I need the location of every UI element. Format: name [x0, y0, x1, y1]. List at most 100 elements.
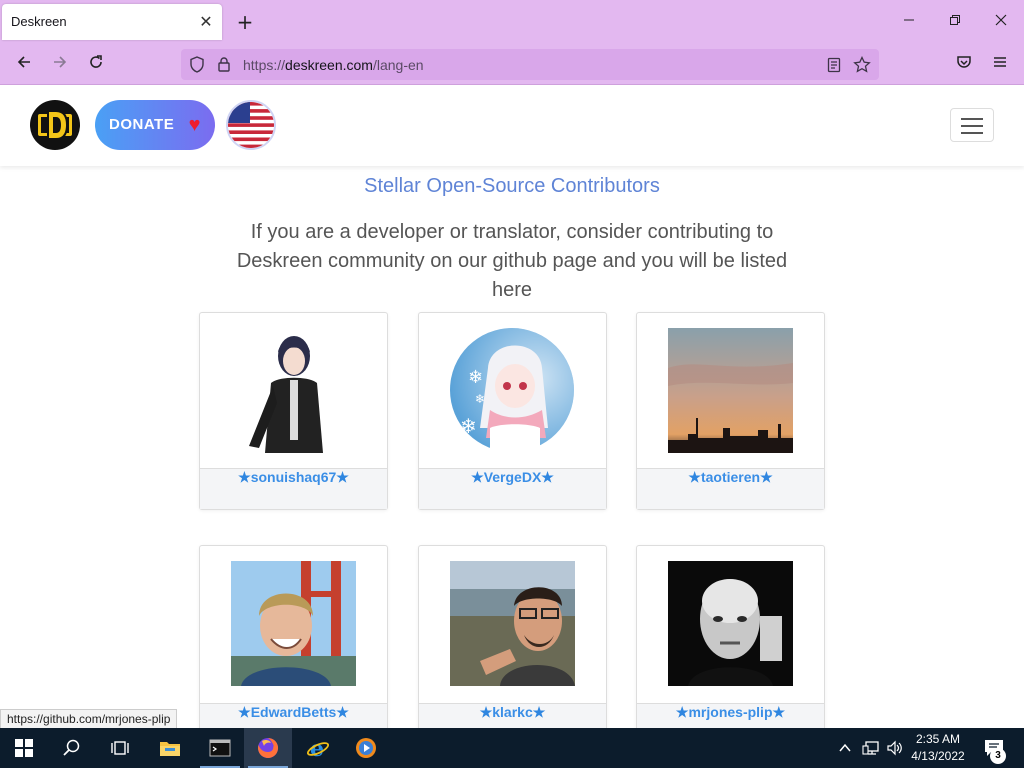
language-flag-button[interactable]	[226, 100, 276, 150]
contributor-card[interactable]: ❄ ❄ ❄ ★VergeDX★	[418, 312, 607, 510]
contributor-name-text: VergeDX	[483, 469, 542, 485]
star-icon: ★	[238, 704, 251, 720]
firefox-button[interactable]	[244, 728, 292, 768]
star-icon: ★	[688, 469, 701, 485]
start-button[interactable]	[0, 728, 48, 768]
svg-text:❄: ❄	[468, 367, 483, 388]
contributor-name-text: mrjones-plip	[688, 704, 773, 720]
restore-icon	[950, 15, 960, 25]
browser-tab-bar: Deskreen ✕ +	[0, 0, 1024, 44]
new-tab-button[interactable]: +	[234, 12, 256, 34]
tab-title: Deskreen	[11, 14, 67, 29]
minimize-button[interactable]	[886, 8, 932, 36]
donate-button[interactable]: DONATE ♥	[95, 100, 215, 150]
restore-button[interactable]	[932, 8, 978, 36]
star-icon: ★	[336, 704, 349, 720]
svg-text:❄: ❄	[475, 392, 485, 406]
back-button[interactable]	[11, 52, 37, 78]
nav-toggle-button[interactable]	[950, 108, 994, 142]
contributor-name-text: taotieren	[700, 469, 761, 485]
lock-icon[interactable]	[217, 56, 231, 72]
us-flag-icon	[228, 102, 274, 148]
menu-icon	[994, 57, 1006, 67]
search-icon	[63, 739, 80, 756]
contributor-avatar	[668, 561, 793, 686]
network-icon[interactable]	[862, 740, 880, 756]
forward-button[interactable]	[47, 52, 73, 78]
hamburger-line	[961, 118, 983, 120]
contributor-name-text: EdwardBetts	[250, 704, 337, 720]
deskreen-logo[interactable]	[30, 100, 80, 150]
close-tab-icon[interactable]: ✕	[196, 12, 216, 32]
reload-button[interactable]	[83, 52, 109, 78]
shield-icon[interactable]	[189, 56, 205, 73]
donate-label: DONATE	[109, 116, 175, 133]
contributor-name-text: sonuishaq67	[250, 469, 337, 485]
heart-icon: ♥	[188, 114, 201, 136]
star-icon: ★	[772, 704, 786, 720]
bookmark-star-icon[interactable]	[853, 56, 871, 73]
task-view-icon	[111, 741, 129, 755]
hamburger-line	[961, 132, 983, 134]
search-button[interactable]	[48, 728, 96, 768]
contributor-card[interactable]: ★klarkc★	[418, 545, 607, 745]
chevron-up-icon[interactable]	[838, 742, 852, 754]
volume-icon[interactable]	[886, 740, 904, 756]
contributor-avatar	[450, 561, 575, 686]
contributor-name-text: klarkc	[492, 704, 533, 720]
terminal-icon	[209, 739, 231, 757]
clock-time: 2:35 AM	[915, 732, 961, 746]
browser-nav-bar: https://deskreen.com/lang-en	[0, 44, 1024, 85]
tab-deskreen[interactable]: Deskreen ✕	[2, 4, 222, 40]
reload-icon	[90, 55, 102, 68]
arrow-right-icon	[54, 56, 67, 68]
file-explorer-button[interactable]	[146, 728, 194, 768]
url-bar[interactable]: https://deskreen.com/lang-en	[181, 49, 879, 80]
star-icon: ★	[760, 469, 773, 485]
media-player-icon	[356, 738, 376, 758]
pocket-button[interactable]	[951, 52, 977, 78]
logo-icon	[38, 110, 72, 140]
contributor-name[interactable]: ★VergeDX★	[419, 468, 606, 509]
url-prefix: https://	[243, 57, 286, 73]
windows-icon	[15, 739, 33, 757]
star-icon: ★	[532, 704, 546, 720]
svg-text:❄: ❄	[460, 414, 477, 438]
url-text[interactable]: https://deskreen.com/lang-en	[243, 57, 424, 73]
app-menu-button[interactable]	[987, 52, 1013, 78]
star-icon: ★	[675, 704, 689, 720]
url-domain: deskreen.com	[285, 57, 373, 73]
firefox-icon	[258, 737, 279, 758]
star-icon: ★	[336, 469, 349, 485]
contributor-name[interactable]: ★sonuishaq67★	[200, 468, 387, 509]
taskbar: e 2:35 AM 4/13/2022	[0, 728, 1024, 768]
task-view-button[interactable]	[96, 728, 144, 768]
minimize-icon	[904, 19, 914, 21]
clock-date: 4/13/2022	[911, 749, 965, 763]
internet-explorer-icon: e	[306, 736, 330, 762]
terminal-button[interactable]	[196, 728, 244, 768]
internet-explorer-button[interactable]: e	[294, 728, 342, 768]
notification-count-badge: 3	[990, 748, 1006, 764]
contributor-card[interactable]: ★EdwardBetts★	[199, 545, 388, 745]
contributors-description: If you are a developer or translator, co…	[236, 221, 788, 301]
reader-view-icon[interactable]	[827, 57, 841, 73]
close-icon	[995, 14, 1007, 26]
system-clock[interactable]: 2:35 AM 4/13/2022	[905, 731, 971, 765]
contributor-avatar: ❄ ❄ ❄	[450, 328, 575, 453]
contributor-avatar	[231, 328, 356, 453]
hamburger-line	[961, 125, 983, 127]
star-icon: ★	[471, 469, 484, 485]
status-link-preview: https://github.com/mrjones-plip	[0, 709, 178, 729]
close-window-button[interactable]	[978, 8, 1024, 36]
contributor-card[interactable]: ★mrjones-plip★	[636, 545, 825, 745]
media-player-button[interactable]	[342, 728, 390, 768]
contributor-card[interactable]: ★sonuishaq67★	[199, 312, 388, 510]
contributors-title: Stellar Open-Source Contributors	[364, 175, 660, 197]
contributor-card[interactable]: ★taotieren★	[636, 312, 825, 510]
star-icon: ★	[238, 469, 251, 485]
folder-icon	[160, 742, 180, 756]
contributor-name[interactable]: ★taotieren★	[637, 468, 824, 509]
arrow-left-icon	[17, 56, 30, 68]
star-icon: ★	[541, 469, 554, 485]
